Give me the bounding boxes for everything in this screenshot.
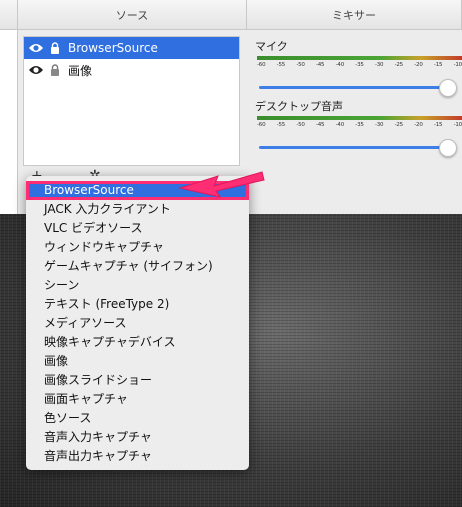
volume-slider[interactable] — [259, 146, 449, 149]
menu-item-text[interactable]: テキスト (FreeType 2) — [26, 295, 249, 314]
menu-item-game-capture[interactable]: ゲームキャプチャ (サイフォン) — [26, 257, 249, 276]
source-label: 画像 — [68, 63, 93, 78]
source-item-browsersource[interactable]: BrowserSource — [24, 37, 239, 59]
sources-title: ソース — [115, 9, 149, 22]
volume-meter — [257, 116, 462, 120]
menu-item-media-source[interactable]: メディアソース — [26, 314, 249, 333]
menu-item-audio-output-capture[interactable]: 音声出力キャプチャ — [26, 447, 249, 466]
menu-item-scene[interactable]: シーン — [26, 276, 249, 295]
source-label: BrowserSource — [68, 41, 158, 55]
mixer-header: ミキサー — [247, 0, 462, 30]
left-panel-header — [0, 0, 18, 30]
mixer-panel: マイク -60 -55 -50 -45 -40 -35 -30 -25 -20 -15 -10 デス… — [247, 30, 462, 214]
channel-label: デスクトップ音声 — [255, 100, 343, 113]
menu-item-audio-input-capture[interactable]: 音声入力キャプチャ — [26, 428, 249, 447]
mixer-channel-mic: マイク -60 -55 -50 -45 -40 -35 -30 -25 -20 -15 -10 — [255, 40, 462, 97]
mixer-channel-desktop: デスクトップ音声 -60 -55 -50 -45 -40 -35 -30 -25 -20 -15-… — [255, 100, 462, 157]
annotation-arrow-icon — [178, 171, 265, 198]
menu-item-vlc-video[interactable]: VLC ビデオソース — [26, 219, 249, 238]
lock-icon[interactable] — [50, 64, 60, 76]
volume-meter — [257, 56, 462, 60]
eye-icon[interactable] — [28, 64, 44, 76]
add-source-menu: BrowserSource JACK 入力クライアント VLC ビデオソース ウ… — [26, 176, 249, 470]
mixer-title: ミキサー — [332, 9, 376, 22]
menu-item-display-capture[interactable]: 画面キャプチャ — [26, 390, 249, 409]
volume-slider-knob[interactable] — [439, 79, 457, 97]
meter-scale: -60 -55 -50 -45 -40 -35 -30 -25 -20 -15 -10 — [257, 122, 462, 128]
sources-list: BrowserSource 画像 — [23, 36, 240, 166]
source-item-image[interactable]: 画像 — [24, 59, 239, 81]
eye-icon[interactable] — [28, 42, 44, 54]
channel-label: マイク — [255, 40, 288, 53]
menu-item-color-source[interactable]: 色ソース — [26, 409, 249, 428]
menu-item-window-capture[interactable]: ウィンドウキャプチャ — [26, 238, 249, 257]
menu-item-image-slideshow[interactable]: 画像スライドショー — [26, 371, 249, 390]
meter-scale: -60 -55 -50 -45 -40 -35 -30 -25 -20 -15 -10 — [257, 62, 462, 68]
sources-header: ソース — [18, 0, 247, 30]
lock-icon[interactable] — [50, 42, 60, 54]
volume-slider-knob[interactable] — [439, 139, 457, 157]
left-panel-body — [0, 30, 18, 214]
menu-item-image[interactable]: 画像 — [26, 352, 249, 371]
menu-item-video-capture-device[interactable]: 映像キャプチャデバイス — [26, 333, 249, 352]
volume-slider[interactable] — [259, 86, 449, 89]
